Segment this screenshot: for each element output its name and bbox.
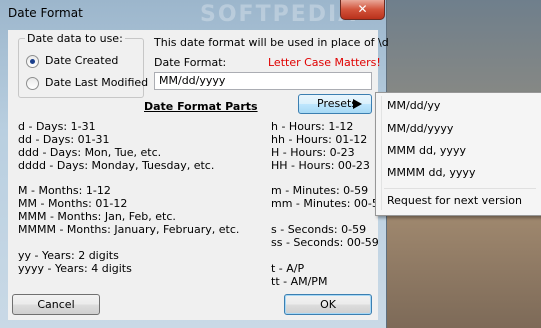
date-data-group: Date data to use: Date Created Date Last… [18,32,148,98]
part-item: s - Seconds: 0-59 [271,223,367,236]
letter-case-warning: Letter Case Matters! [268,56,381,69]
radio-checked-icon[interactable] [26,55,39,68]
ok-button[interactable]: OK [284,294,372,315]
menu-separator [384,188,536,189]
menu-gutter [381,96,382,210]
title-bar[interactable]: Date Format SOFTPEDIA ✕ [0,0,386,30]
dialog-body: Date data to use: Date Created Date Last… [8,30,389,320]
part-item: MM - Months: 01-12 [18,197,128,210]
presets-label: Presets [317,97,358,110]
part-item: MMM - Months: Jan, Feb, etc. [18,210,176,223]
part-item: MMMM - Months: January, February, etc. [18,223,240,236]
part-item: H - Hours: 0-23 [271,146,355,159]
info-text: This date format will be used in place o… [154,36,389,49]
watermark: SOFTPEDIA [200,2,358,27]
close-icon: ✕ [357,2,368,16]
part-item: t - A/P [271,262,305,275]
close-button[interactable]: ✕ [340,0,385,20]
part-item: h - Hours: 1-12 [271,120,354,133]
part-item: ss - Seconds: 00-59 [271,236,379,249]
presets-button[interactable]: Presets [298,94,372,114]
window-title: Date Format [8,6,83,20]
cancel-button[interactable]: Cancel [12,294,100,315]
part-item: tt - AM/PM [271,275,328,288]
date-format-label: Date Format: [154,56,227,69]
menu-item-mmmm-dd-yyyy[interactable]: MMMM dd, yyyy [387,166,475,179]
part-item: yyyy - Years: 4 digits [18,262,132,275]
radio-label: Date Created [45,54,119,67]
menu-item-request[interactable]: Request for next version [387,194,522,207]
part-item: mm - Minutes: 00-59 [271,197,386,210]
date-format-window: Date Format SOFTPEDIA ✕ Date data to use… [0,0,389,328]
part-item: dd - Days: 01-31 [18,133,110,146]
part-item: yy - Years: 2 digits [18,249,119,262]
menu-item-mm-dd-yyyy[interactable]: MM/dd/yyyy [387,122,453,135]
part-item: dddd - Days: Monday, Tuesday, etc. [18,159,215,172]
part-item: hh - Hours: 01-12 [271,133,368,146]
part-item: HH - Hours: 00-23 [271,159,370,172]
radio-label: Date Last Modified [45,76,149,89]
menu-item-mmm-dd-yyyy[interactable]: MMM dd, yyyy [387,144,466,157]
parts-title: Date Format Parts [144,100,258,113]
menu-item-mm-dd-yy[interactable]: MM/dd/yy [387,99,440,112]
radio-unchecked-icon[interactable] [26,77,39,90]
part-item: m - Minutes: 0-59 [271,184,369,197]
date-format-input[interactable]: MM/dd/yyyy [154,72,372,90]
part-item: M - Months: 1-12 [18,184,111,197]
part-item: ddd - Days: Mon, Tue, etc. [18,146,162,159]
part-item: d - Days: 1-31 [18,120,96,133]
presets-menu: MM/dd/yy MM/dd/yyyy MMM dd, yyyy MMMM dd… [375,92,541,216]
group-legend: Date data to use: [25,32,125,45]
arrow-right-icon [353,99,362,109]
